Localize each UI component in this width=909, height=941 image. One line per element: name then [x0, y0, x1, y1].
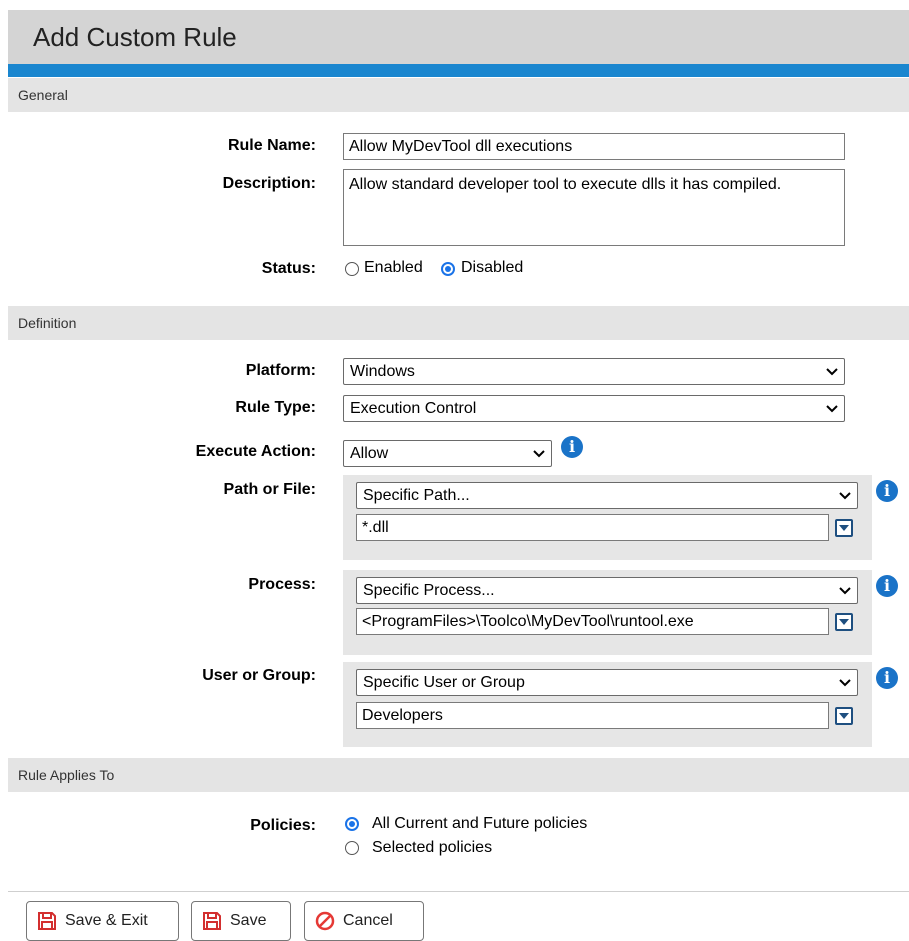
section-general: General	[8, 78, 909, 112]
policies-selected-label: Selected policies	[372, 839, 493, 856]
cancel-label: Cancel	[343, 912, 393, 929]
rule-name-label: Rule Name:	[227, 137, 316, 154]
caret-down-icon	[839, 713, 849, 719]
status-disabled-label: Disabled	[461, 259, 524, 276]
save-exit-label: Save & Exit	[65, 912, 148, 929]
status-enabled-radio[interactable]	[345, 262, 359, 276]
path-info-icon[interactable]: i	[876, 480, 898, 502]
footer-divider	[8, 891, 909, 892]
dialog-header: Add Custom Rule	[8, 10, 909, 64]
execute-action-value: Allow	[350, 445, 389, 462]
status-disabled-radio[interactable]	[441, 262, 455, 276]
platform-value: Windows	[350, 363, 415, 380]
user-group-dropdown-button[interactable]	[835, 707, 853, 725]
section-definition: Definition	[8, 306, 909, 340]
process-type-select[interactable]: Specific Process...	[356, 577, 858, 604]
status-enabled-label: Enabled	[364, 259, 423, 276]
process-dropdown-button[interactable]	[835, 613, 853, 631]
chevron-down-icon	[826, 367, 838, 375]
execute-action-select[interactable]: Allow	[343, 440, 552, 467]
save-exit-button[interactable]: Save & Exit	[26, 901, 179, 941]
policies-label: Policies:	[250, 817, 316, 834]
chevron-down-icon	[839, 491, 851, 499]
caret-down-icon	[839, 525, 849, 531]
cancel-button[interactable]: Cancel	[304, 901, 424, 941]
section-rule-applies-to: Rule Applies To	[8, 758, 909, 792]
accent-bar	[8, 64, 909, 77]
process-type-value: Specific Process...	[363, 582, 495, 599]
path-dropdown-button[interactable]	[835, 519, 853, 537]
process-label: Process:	[248, 576, 316, 593]
policies-all-label: All Current and Future policies	[372, 815, 588, 832]
chevron-down-icon	[826, 404, 838, 412]
chevron-down-icon	[533, 449, 545, 457]
path-type-value: Specific Path...	[363, 487, 470, 504]
user-group-type-select[interactable]: Specific User or Group	[356, 669, 858, 696]
cancel-icon	[315, 911, 335, 931]
rule-type-label: Rule Type:	[235, 399, 316, 416]
save-button[interactable]: Save	[191, 901, 291, 941]
user-group-type-value: Specific User or Group	[363, 674, 525, 691]
path-label: Path or File:	[223, 481, 316, 498]
platform-select[interactable]: Windows	[343, 358, 845, 385]
rule-type-select[interactable]: Execution Control	[343, 395, 845, 422]
platform-label: Platform:	[245, 362, 316, 379]
user-group-info-icon[interactable]: i	[876, 667, 898, 689]
path-type-select[interactable]: Specific Path...	[356, 482, 858, 509]
save-label: Save	[230, 912, 267, 929]
caret-down-icon	[839, 619, 849, 625]
process-input[interactable]	[356, 608, 829, 635]
execute-action-label: Execute Action:	[195, 443, 316, 460]
chevron-down-icon	[839, 678, 851, 686]
save-icon	[38, 912, 56, 930]
rule-name-input[interactable]	[343, 133, 845, 160]
policies-selected-radio[interactable]	[345, 841, 359, 855]
chevron-down-icon	[839, 586, 851, 594]
description-textarea[interactable]: Allow standard developer tool to execute…	[343, 169, 845, 246]
user-group-input[interactable]	[356, 702, 829, 729]
save-icon	[203, 912, 221, 930]
status-label: Status:	[261, 260, 316, 277]
description-label: Description:	[222, 175, 316, 192]
process-info-icon[interactable]: i	[876, 575, 898, 597]
rule-type-value: Execution Control	[350, 400, 477, 417]
user-group-label: User or Group:	[202, 667, 316, 684]
path-input[interactable]	[356, 514, 829, 541]
execute-action-info-icon[interactable]: i	[561, 436, 583, 458]
policies-all-radio[interactable]	[345, 817, 359, 831]
dialog-title: Add Custom Rule	[33, 22, 237, 52]
